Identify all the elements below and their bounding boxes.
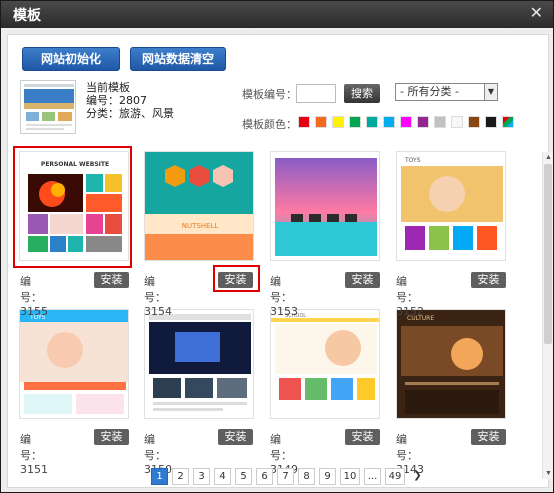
template-thumbnail[interactable]: NUTSHELL: [144, 151, 254, 261]
color-swatch[interactable]: [315, 116, 327, 128]
install-button[interactable]: 安装: [94, 429, 129, 445]
color-swatch[interactable]: [366, 116, 378, 128]
install-button[interactable]: 安装: [471, 429, 506, 445]
template-thumbnail[interactable]: SCHOOL: [270, 309, 380, 419]
install-button[interactable]: 安装: [218, 429, 253, 445]
template-preview-image: [271, 152, 379, 260]
install-button[interactable]: 安装: [94, 272, 129, 288]
color-swatch[interactable]: [417, 116, 429, 128]
current-template-number: 编号：2807: [86, 94, 147, 107]
pagination: 1 2 3 4 5 6 7 8 9 10... 49 ❯: [151, 468, 426, 485]
pagination-ellipsis: ...: [364, 468, 381, 485]
template-preview-image: SCHOOL: [271, 310, 379, 418]
page-link[interactable]: 10: [340, 468, 360, 485]
color-swatch[interactable]: [485, 116, 497, 128]
highlight-box: [13, 146, 132, 268]
color-swatches: [298, 116, 514, 128]
scroll-down-icon[interactable]: ▼: [543, 468, 554, 479]
dialog-title: 模板: [13, 8, 41, 24]
vertical-scrollbar[interactable]: ▲ ▼: [542, 152, 553, 479]
template-number-label: 模板编号：: [242, 88, 297, 101]
page-link[interactable]: 1: [151, 468, 168, 485]
template-brand: TOYS: [404, 157, 421, 164]
page-link[interactable]: 3: [193, 468, 210, 485]
content-panel: 网站初始化 网站数据清空 当前模板 编号：2807 分类：旅游、风景 模板编号：…: [7, 34, 553, 488]
template-thumbnail[interactable]: CULTURE: [396, 309, 506, 419]
template-number: 编号：3152: [396, 275, 424, 318]
site-init-button[interactable]: 网站初始化: [22, 47, 120, 71]
page-link[interactable]: 4: [214, 468, 231, 485]
current-template-preview-image: [21, 81, 75, 133]
template-preview-image: CULTURE: [397, 310, 505, 418]
page-link[interactable]: 2: [172, 468, 189, 485]
chevron-down-icon[interactable]: ▼: [484, 84, 497, 100]
current-template-info: 当前模板 编号：2807 分类：旅游、风景: [86, 81, 174, 120]
page-link[interactable]: 8: [298, 468, 315, 485]
color-swatch[interactable]: [502, 116, 514, 128]
scroll-up-icon[interactable]: ▲: [543, 152, 554, 163]
color-swatch[interactable]: [468, 116, 480, 128]
category-select[interactable]: - 所有分类 - ▼: [395, 83, 498, 101]
template-brand: NUTSHELL: [182, 222, 219, 230]
template-number: 编号：3151: [20, 433, 48, 476]
next-page-icon[interactable]: ❯: [409, 468, 426, 485]
template-thumbnail[interactable]: TOYS: [19, 309, 129, 419]
template-number-input[interactable]: [296, 84, 336, 103]
category-select-value: - 所有分类 -: [400, 85, 459, 98]
title-bar: 模板 ✕: [1, 1, 553, 28]
color-swatch[interactable]: [434, 116, 446, 128]
template-preview-image: TOYS: [20, 310, 128, 418]
color-swatch[interactable]: [332, 116, 344, 128]
page-link[interactable]: 5: [235, 468, 252, 485]
search-button[interactable]: 搜索: [344, 84, 380, 103]
current-template-category: 分类：旅游、风景: [86, 107, 174, 120]
template-thumbnail[interactable]: TOYS: [396, 151, 506, 261]
template-preview-image: TOYS: [397, 152, 505, 260]
template-thumbnail[interactable]: [270, 151, 380, 261]
install-button[interactable]: 安装: [471, 272, 506, 288]
install-button[interactable]: 安装: [345, 272, 380, 288]
color-swatch[interactable]: [298, 116, 310, 128]
template-preview-image: [145, 310, 253, 418]
color-swatch[interactable]: [349, 116, 361, 128]
current-template-thumbnail: [20, 80, 76, 134]
highlight-box: [213, 265, 260, 292]
template-preview-image: NUTSHELL: [145, 152, 253, 260]
scrollbar-thumb[interactable]: [544, 164, 552, 344]
template-number: 编号：3154: [144, 275, 172, 318]
template-number: 编号：3155: [20, 275, 48, 318]
current-template-title: 当前模板: [86, 81, 130, 94]
template-thumbnail[interactable]: [144, 309, 254, 419]
color-swatch[interactable]: [400, 116, 412, 128]
color-swatch[interactable]: [383, 116, 395, 128]
color-swatch[interactable]: [451, 116, 463, 128]
page-link[interactable]: 6: [256, 468, 273, 485]
template-number: 编号：3153: [270, 275, 298, 318]
install-button[interactable]: 安装: [345, 429, 380, 445]
site-data-clear-button[interactable]: 网站数据清空: [130, 47, 226, 71]
close-icon[interactable]: ✕: [530, 4, 543, 24]
page-link[interactable]: 7: [277, 468, 294, 485]
page-link[interactable]: 9: [319, 468, 336, 485]
page-link[interactable]: 49: [385, 468, 405, 485]
template-color-label: 模板颜色：: [242, 118, 297, 131]
template-dialog: 模板 ✕ 网站初始化 网站数据清空 当前模板 编号：2807 分类：旅游、风景 …: [0, 0, 554, 493]
